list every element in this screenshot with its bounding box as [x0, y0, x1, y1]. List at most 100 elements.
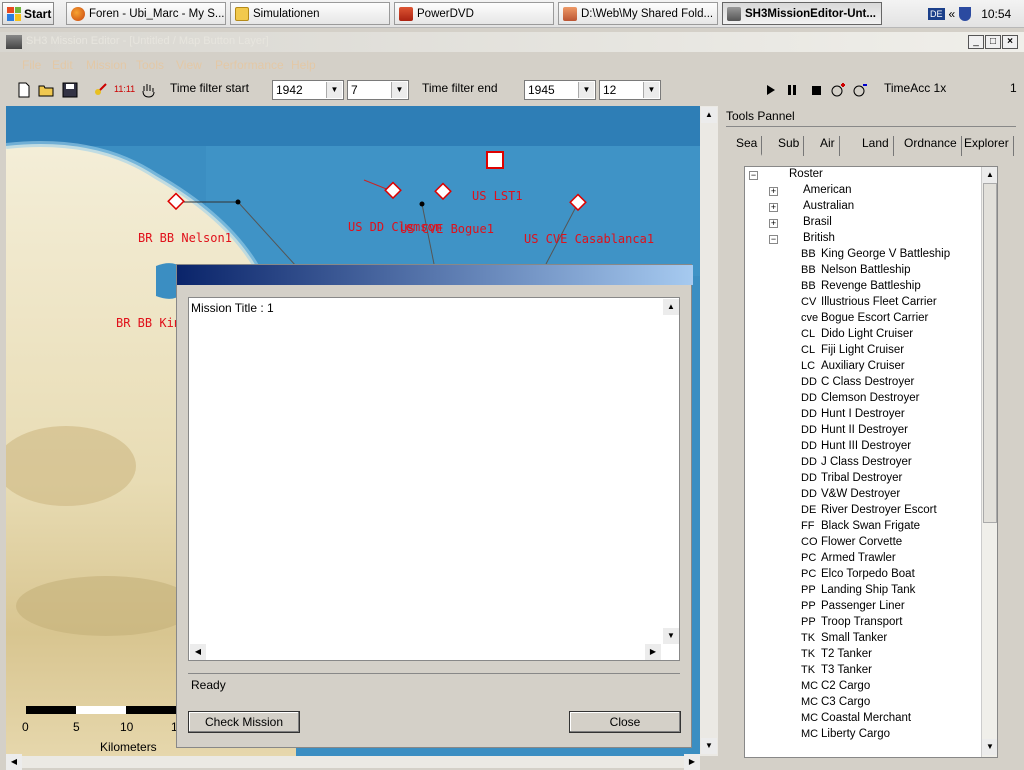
tree-item-unit[interactable]: CV Illustrious Fleet Carrier	[801, 296, 937, 312]
save-icon[interactable]	[62, 82, 78, 98]
new-file-icon[interactable]	[16, 82, 32, 98]
menu-performance[interactable]: Performance	[215, 58, 284, 72]
tree-item-unit[interactable]: TK T2 Tanker	[801, 648, 872, 664]
tab-sub[interactable]: Sub	[774, 136, 805, 156]
tree-item-unit[interactable]: LC Auxiliary Cruiser	[801, 360, 905, 376]
tree-item-unit[interactable]: PP Landing Ship Tank	[801, 584, 915, 600]
tools-panel: Tools Pannel Sea Sub Air Land Ordnance E…	[722, 106, 1020, 760]
tree-item-unit[interactable]: DD C Class Destroyer	[801, 376, 914, 392]
timer-minus-icon[interactable]	[852, 82, 868, 98]
tree-item-unit[interactable]: DD Hunt II Destroyer	[801, 424, 908, 440]
scroll-down-icon[interactable]: ▼	[663, 628, 679, 644]
expand-icon[interactable]: +	[769, 219, 778, 228]
minimize-button[interactable]: _	[968, 35, 984, 49]
tree-item-unit[interactable]: DD V&W Destroyer	[801, 488, 900, 504]
tree-item-unit[interactable]: PP Passenger Liner	[801, 600, 905, 616]
collapse-icon[interactable]: −	[749, 171, 758, 180]
scroll-up-icon[interactable]: ▲	[701, 107, 717, 123]
check-mission-button[interactable]: Check Mission	[188, 711, 300, 733]
tree-item-unit[interactable]: CL Dido Light Cruiser	[801, 328, 913, 344]
tree-item-unit[interactable]: MC C2 Cargo	[801, 680, 870, 696]
tree-item-british[interactable]: British	[803, 232, 835, 248]
menu-tools[interactable]: Tools	[136, 58, 164, 72]
tree-item-unit[interactable]: TK Small Tanker	[801, 632, 887, 648]
tray-expand-icon[interactable]: «	[949, 7, 956, 21]
collapse-icon[interactable]: −	[769, 235, 778, 244]
tree-item-unit[interactable]: DD Clemson Destroyer	[801, 392, 919, 408]
filter-start-year-select[interactable]: 1942 ▼	[272, 80, 344, 100]
start-button[interactable]: Start	[2, 2, 54, 25]
tab-sea[interactable]: Sea	[732, 136, 763, 156]
menu-mission[interactable]: Mission	[86, 58, 127, 72]
unit-marker-lst[interactable]	[486, 151, 504, 169]
language-indicator[interactable]: DE	[928, 7, 945, 20]
scroll-down-icon[interactable]: ▼	[982, 739, 997, 755]
menu-edit[interactable]: Edit	[52, 58, 73, 72]
scroll-right-icon[interactable]: ▶	[645, 644, 661, 660]
filter-end-year-select[interactable]: 1945 ▼	[524, 80, 596, 100]
tree-item-unit[interactable]: cve Bogue Escort Carrier	[801, 312, 928, 328]
tree-item-unit[interactable]: BB King George V Battleship	[801, 248, 950, 264]
tab-air[interactable]: Air	[816, 136, 840, 156]
tree-item-unit[interactable]: PC Armed Trawler	[801, 552, 896, 568]
tree-item-unit[interactable]: DD Hunt I Destroyer	[801, 408, 905, 424]
tree-item-unit[interactable]: DD Hunt III Destroyer	[801, 440, 911, 456]
menu-file[interactable]: File	[22, 58, 41, 72]
tree-item-brasil[interactable]: Brasil	[803, 216, 832, 232]
tree-item-unit[interactable]: CO Flower Corvette	[801, 536, 902, 552]
tree-item-unit[interactable]: CL Fiji Light Cruiser	[801, 344, 904, 360]
dialog-titlebar[interactable]	[177, 265, 693, 285]
tree-item-unit[interactable]: DE River Destroyer Escort	[801, 504, 937, 520]
tree-item-unit[interactable]: BB Revenge Battleship	[801, 280, 921, 296]
tree-item-unit[interactable]: MC Coastal Merchant	[801, 712, 911, 728]
hand-pan-icon[interactable]	[140, 82, 156, 98]
scroll-thumb[interactable]	[983, 183, 997, 523]
tree-item-unit[interactable]: MC Liberty Cargo	[801, 728, 890, 744]
tree-item-unit[interactable]: DD Tribal Destroyer	[801, 472, 902, 488]
tree-item-american[interactable]: American	[803, 184, 852, 200]
pause-icon[interactable]	[784, 82, 800, 98]
tree-vertical-scrollbar[interactable]: ▲ ▼	[981, 167, 997, 757]
maximize-button[interactable]: □	[985, 35, 1001, 49]
map-horizontal-scrollbar[interactable]: ◀ ▶	[6, 754, 700, 770]
roster-tree[interactable]: − Roster + American + Australian + Brasi…	[744, 166, 998, 758]
expand-icon[interactable]: +	[769, 203, 778, 212]
scroll-down-icon[interactable]: ▼	[701, 738, 717, 754]
taskbar-item-mission-editor[interactable]: SH3MissionEditor-Unt...	[722, 2, 882, 25]
menu-view[interactable]: View	[176, 58, 202, 72]
tree-item-unit[interactable]: TK T3 Tanker	[801, 664, 872, 680]
waypoint-icon[interactable]	[92, 82, 108, 98]
tree-item-australian[interactable]: Australian	[803, 200, 854, 216]
close-window-button[interactable]: ×	[1002, 35, 1018, 49]
tree-item-unit[interactable]: PP Troop Transport	[801, 616, 902, 632]
taskbar-item-powerdvd[interactable]: PowerDVD	[394, 2, 554, 25]
filter-start-month-select[interactable]: 7 ▼	[347, 80, 409, 100]
scroll-up-icon[interactable]: ▲	[663, 299, 679, 315]
timer-plus-icon[interactable]	[830, 82, 846, 98]
scale-tick-5: 5	[73, 720, 80, 734]
filter-end-month-select[interactable]: 12 ▼	[599, 80, 661, 100]
taskbar-item-firefox[interactable]: Foren - Ubi_Marc - My S...	[66, 2, 226, 25]
scroll-left-icon[interactable]: ◀	[190, 644, 206, 660]
scroll-up-icon[interactable]: ▲	[982, 167, 997, 183]
tab-land[interactable]: Land	[858, 136, 894, 156]
close-dialog-button[interactable]: Close	[569, 711, 681, 733]
tree-item-roster[interactable]: Roster	[789, 168, 823, 184]
stop-icon[interactable]	[808, 82, 824, 98]
tab-explorer[interactable]: Explorer	[960, 136, 1014, 156]
mission-report-textarea[interactable]: Mission Title : 1 ▲ ▼ ◀ ▶	[188, 297, 680, 661]
tree-item-unit[interactable]: PC Elco Torpedo Boat	[801, 568, 915, 584]
open-folder-icon[interactable]	[38, 82, 54, 98]
time-display[interactable]: 11:11	[114, 84, 135, 94]
menu-help[interactable]: Help	[291, 58, 316, 72]
tree-item-unit[interactable]: BB Nelson Battleship	[801, 264, 911, 280]
expand-icon[interactable]: +	[769, 187, 778, 196]
taskbar-item-simulationen[interactable]: Simulationen	[230, 2, 390, 25]
tree-item-unit[interactable]: FF Black Swan Frigate	[801, 520, 920, 536]
taskbar-item-explorer[interactable]: D:\Web\My Shared Fold...	[558, 2, 718, 25]
map-vertical-scrollbar[interactable]: ▲ ▼	[700, 106, 718, 756]
tab-ordnance[interactable]: Ordnance	[900, 136, 962, 156]
tree-item-unit[interactable]: MC C3 Cargo	[801, 696, 870, 712]
play-icon[interactable]	[762, 82, 778, 98]
tree-item-unit[interactable]: DD J Class Destroyer	[801, 456, 912, 472]
